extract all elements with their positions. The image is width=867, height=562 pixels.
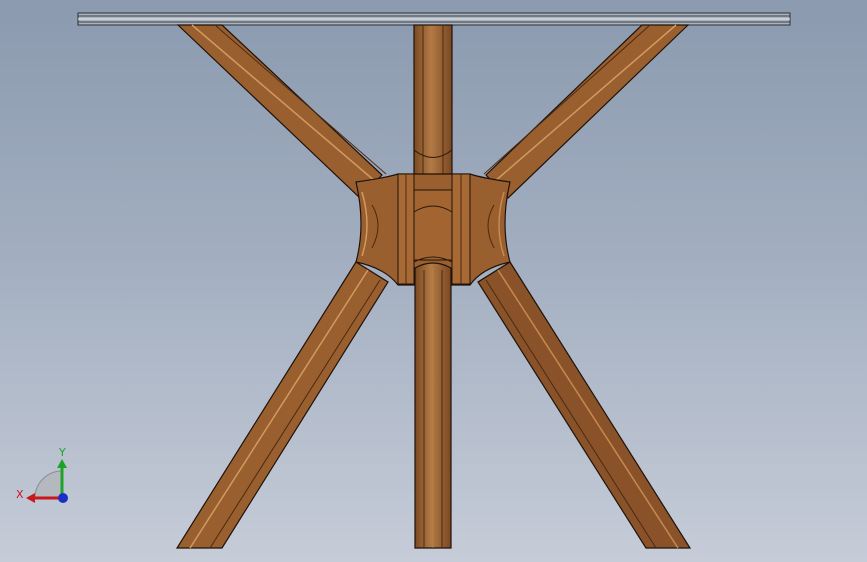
x-axis-label: X (16, 488, 24, 501)
lower-left-leg[interactable] (175, 261, 389, 549)
upper-right-arm[interactable] (483, 24, 690, 199)
lower-center-leg[interactable] (414, 262, 452, 549)
model-canvas[interactable]: Y X (0, 0, 867, 562)
y-axis-arrowhead (57, 459, 67, 468)
z-axis-dot (58, 493, 68, 503)
table-top[interactable] (77, 12, 791, 26)
reference-triad: Y X (16, 446, 68, 503)
graphics-viewport[interactable]: Y X (0, 0, 867, 562)
x-axis-arrowhead (26, 493, 35, 503)
y-axis-label: Y (58, 446, 66, 459)
upper-left-arm[interactable] (176, 24, 387, 199)
triad-plane (34, 470, 63, 499)
lower-right-leg[interactable] (477, 261, 692, 549)
upper-center-column[interactable] (413, 24, 453, 191)
